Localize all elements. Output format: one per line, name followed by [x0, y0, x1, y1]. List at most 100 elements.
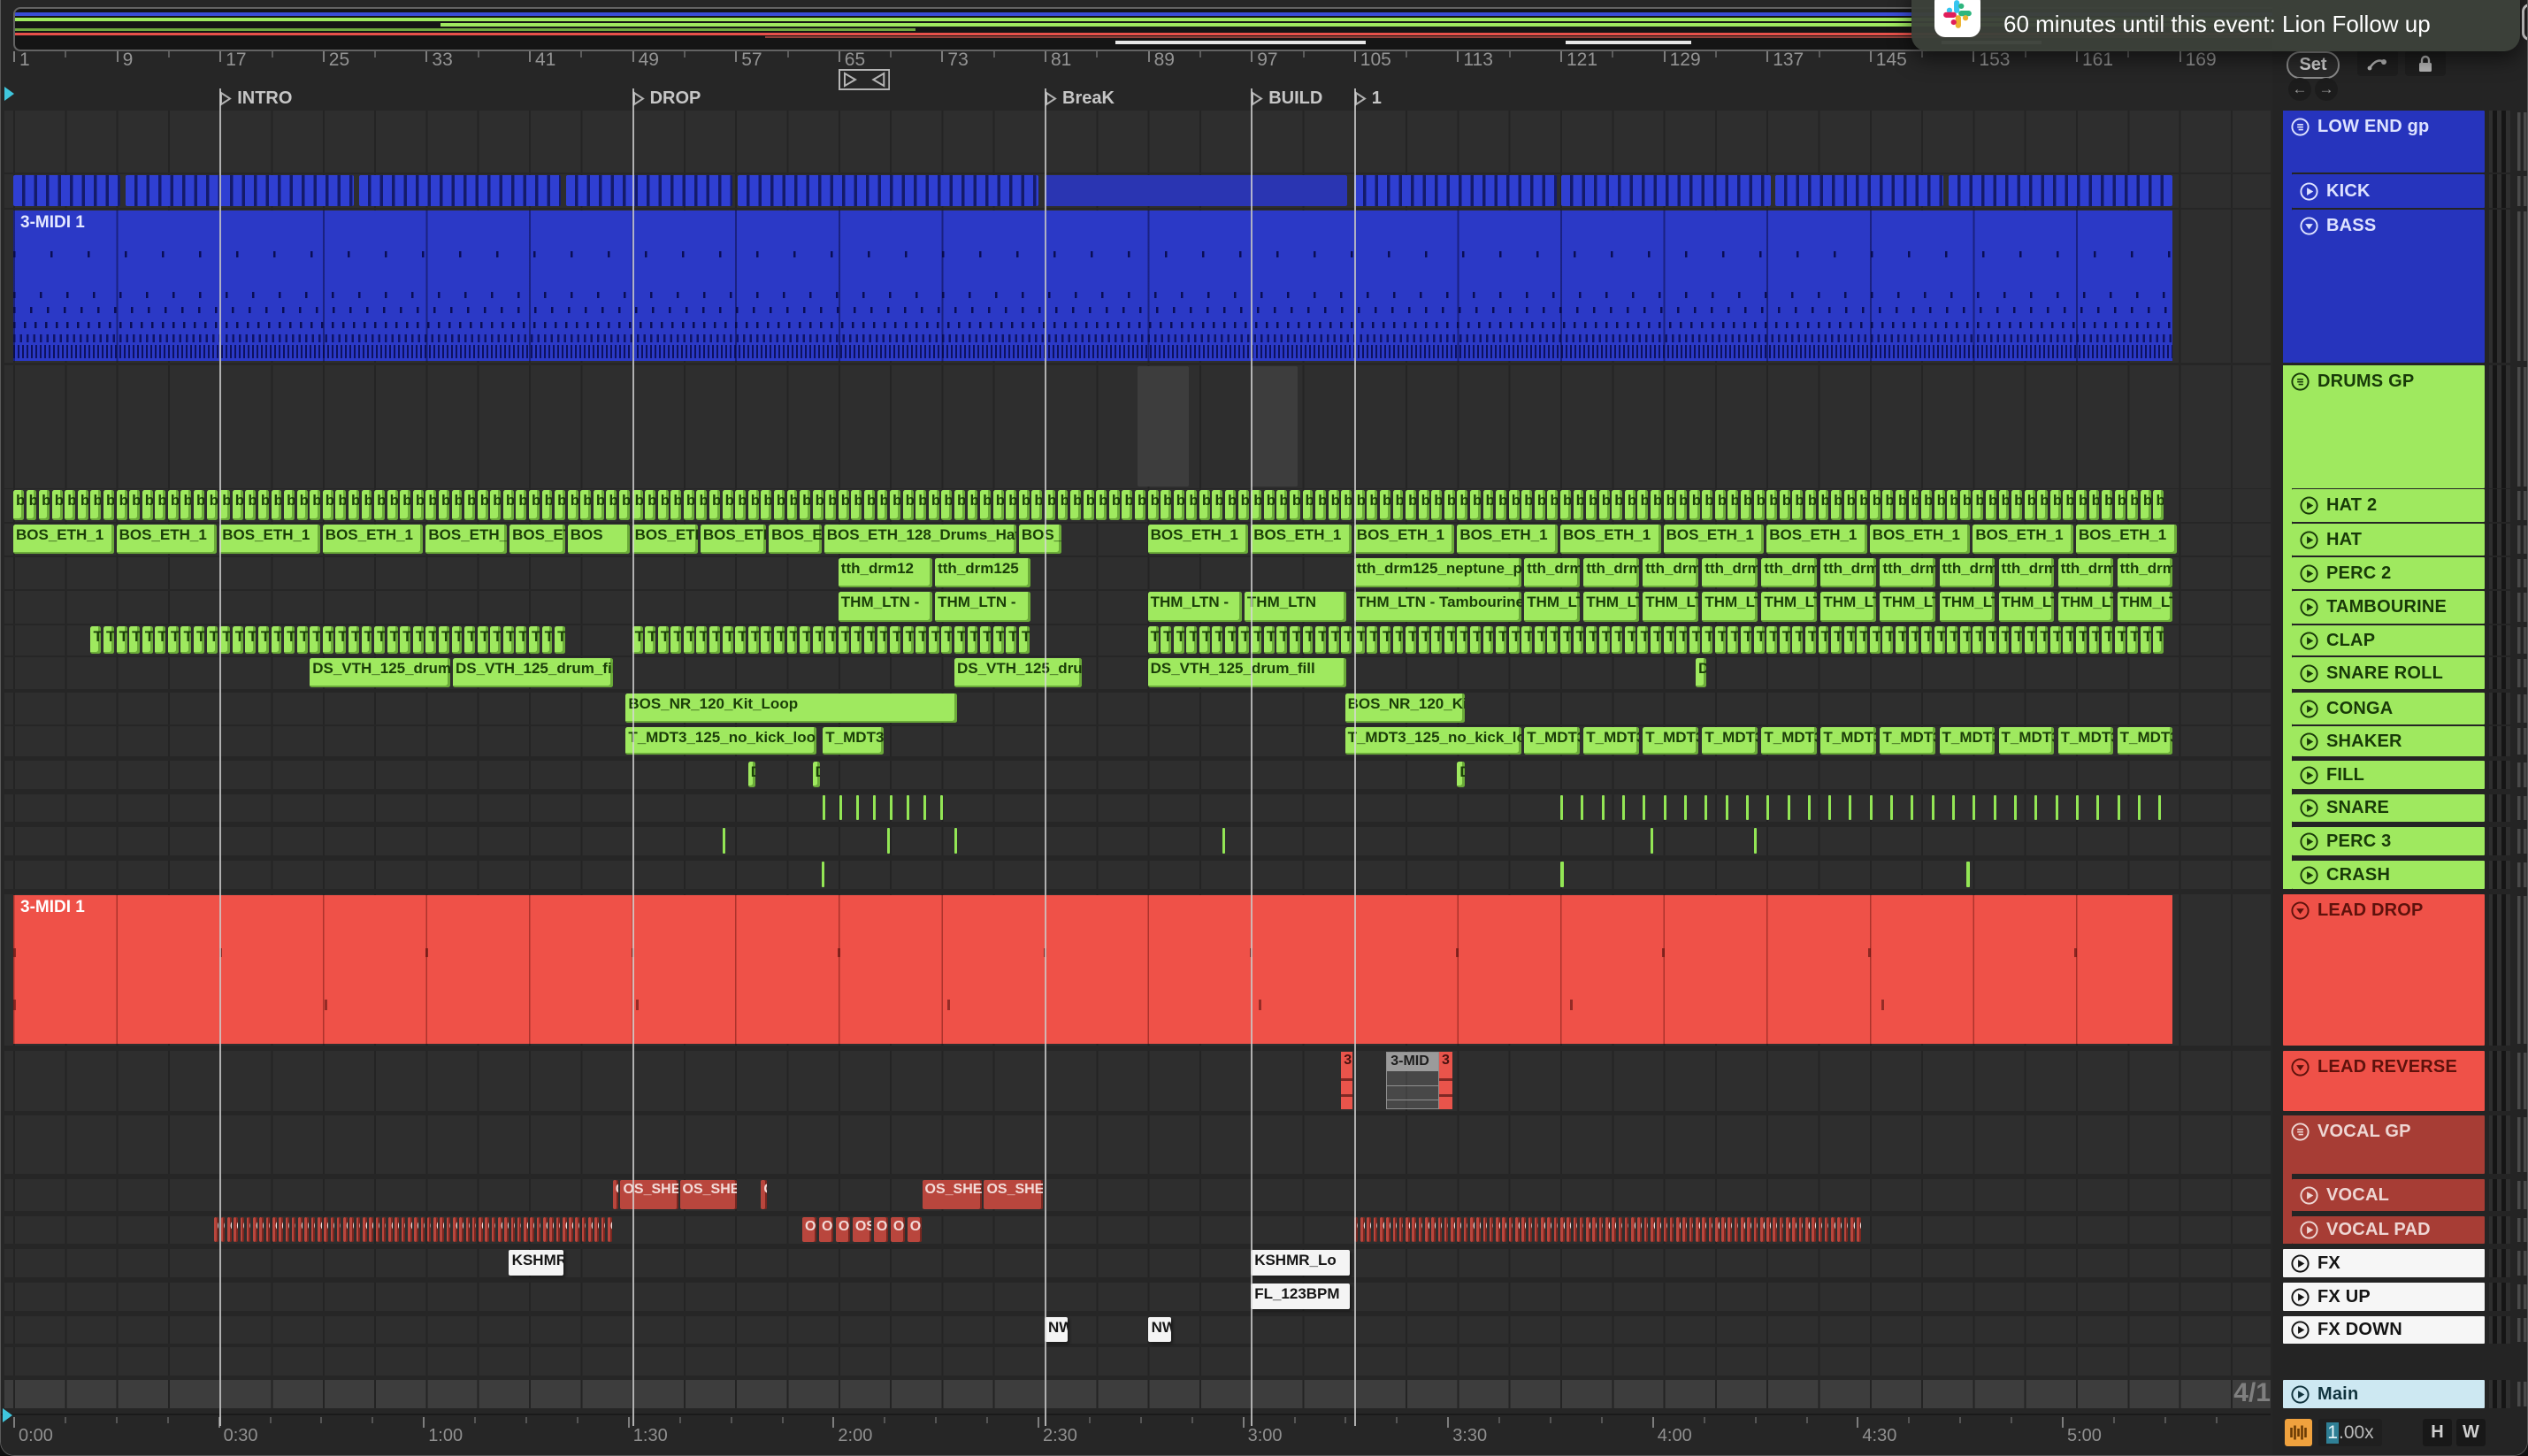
clip[interactable]: bb [1237, 490, 1249, 520]
clip[interactable]: bb [619, 490, 630, 520]
clip[interactable]: C [1843, 1217, 1849, 1242]
track-scroll-handle[interactable] [2517, 796, 2527, 820]
forward-button[interactable]: → [2315, 78, 2338, 101]
clip[interactable]: T_ [322, 626, 333, 654]
clip[interactable]: bb [838, 490, 849, 520]
clip[interactable]: T_ [142, 626, 153, 654]
clip[interactable]: bb [1096, 490, 1107, 520]
clip[interactable]: C [1367, 1217, 1371, 1242]
clip[interactable] [839, 795, 843, 820]
clip[interactable]: bb [670, 490, 682, 520]
track-header-fx-up[interactable]: FX UP [2283, 1283, 2485, 1311]
clip[interactable]: T_ [451, 626, 463, 654]
clip[interactable]: T_ [1199, 626, 1210, 654]
clip[interactable]: C [1605, 1217, 1610, 1242]
clip[interactable]: bb [992, 490, 1004, 520]
clip[interactable]: OS_SHE_10 [984, 1180, 1044, 1209]
clip[interactable]: C [375, 1217, 380, 1242]
clip[interactable]: T_ [1843, 626, 1855, 654]
clip[interactable]: bb [2037, 490, 2049, 520]
clip[interactable]: C [1508, 1217, 1513, 1242]
clip[interactable]: T_ [1237, 626, 1249, 654]
track-scroll-handle[interactable] [2517, 1218, 2527, 1242]
clip[interactable]: bb [65, 490, 76, 520]
clip[interactable]: T_MDT3_125_no_kick_loop_womb [1344, 727, 1522, 755]
clip[interactable]: bb [1341, 490, 1352, 520]
clip[interactable]: C [1818, 1217, 1823, 1242]
clip[interactable] [2034, 795, 2038, 820]
clip[interactable]: C [1759, 1217, 1765, 1242]
clip[interactable]: BOS_NR_120_Kit_Loop [1344, 694, 1466, 723]
clip[interactable] [1137, 366, 1190, 487]
clip[interactable]: C [253, 1217, 257, 1242]
clip[interactable]: C [1553, 1217, 1559, 1242]
clip[interactable]: T_ [271, 626, 282, 654]
clip[interactable]: C [240, 1217, 245, 1242]
clip[interactable]: bb [851, 490, 862, 520]
clip[interactable] [1948, 175, 2173, 206]
clip[interactable]: T_ [1882, 626, 1894, 654]
clip[interactable] [1973, 795, 1976, 820]
clip[interactable]: bb [1766, 490, 1778, 520]
clip[interactable] [566, 175, 733, 206]
clip[interactable] [1966, 862, 1970, 887]
clip[interactable]: T_ [915, 626, 927, 654]
clip[interactable]: C [1669, 1217, 1674, 1242]
clip[interactable]: bb [1006, 490, 1017, 520]
track-scroll-handle[interactable] [2517, 367, 2527, 487]
clip[interactable]: T_ [1676, 626, 1688, 654]
clip[interactable]: BOS_ETH_1 [1973, 525, 2074, 554]
clip[interactable]: THM_LTN - [1583, 592, 1639, 622]
clip[interactable]: OS [890, 1217, 905, 1242]
clip[interactable] [954, 828, 957, 854]
track-scroll-handle[interactable] [2517, 728, 2527, 755]
clip[interactable]: T_ [1741, 626, 1751, 654]
clip[interactable]: T_ [722, 626, 733, 654]
clip[interactable]: bb [683, 490, 694, 520]
clip[interactable]: BOS_ETH_1 [1251, 525, 1352, 554]
clip[interactable]: BOS_ETH_1 [1353, 525, 1455, 554]
clip[interactable]: tth_drm12 [2057, 558, 2114, 587]
clip[interactable]: BOS_ETH_1 [1663, 525, 1765, 554]
clip[interactable]: THM_LTN - [1880, 592, 1936, 622]
clip[interactable]: T_ [1702, 626, 1713, 654]
clip[interactable]: T_ [670, 626, 682, 654]
clip[interactable]: bb [2140, 490, 2151, 520]
clip[interactable]: C [1792, 1217, 1796, 1242]
clip[interactable]: bb [1276, 490, 1288, 520]
clip[interactable]: bb [1199, 490, 1210, 520]
clip[interactable]: T_ [2140, 626, 2151, 654]
clip[interactable]: FL_123BPM [1251, 1284, 1351, 1309]
clip[interactable]: bb [1083, 490, 1094, 520]
clip[interactable]: T_ [296, 626, 308, 654]
clip[interactable]: T_ [1560, 626, 1571, 654]
clip[interactable]: C [1444, 1217, 1449, 1242]
clip[interactable]: T_MDT3_12 [1998, 727, 2055, 755]
clip[interactable]: bb [1857, 490, 1868, 520]
clip[interactable]: THM_LTN - [1524, 592, 1580, 622]
clip[interactable]: C [1418, 1217, 1423, 1242]
clip[interactable]: C [356, 1217, 361, 1242]
clip[interactable]: bb [1702, 490, 1713, 520]
clip[interactable]: bb [322, 490, 333, 520]
clip[interactable]: T_ [541, 626, 553, 654]
clip[interactable]: T_ [464, 626, 476, 654]
track-scroll-handle[interactable] [2517, 176, 2527, 206]
clip[interactable]: OS [835, 1217, 850, 1242]
clip[interactable]: bb [1560, 490, 1571, 520]
clip[interactable]: C [1734, 1217, 1739, 1242]
track-header-lead-reverse[interactable]: LEAD REVERSE [2283, 1051, 2485, 1111]
clip[interactable]: bb [2153, 490, 2164, 520]
clip[interactable]: tth_drm12 [1702, 558, 1758, 587]
track-header-tambourine[interactable]: TAMBOURINE [2292, 591, 2485, 624]
clip[interactable]: T_ [1457, 626, 1468, 654]
clip[interactable]: C [440, 1217, 445, 1242]
clip[interactable]: BOS [567, 525, 630, 554]
clip[interactable]: bb [438, 490, 449, 520]
clip[interactable]: T_ [155, 626, 166, 654]
clip[interactable]: T_ [116, 626, 127, 654]
clip[interactable]: C [1786, 1217, 1790, 1242]
clip[interactable]: C [1676, 1217, 1681, 1242]
clip[interactable]: BOS_ETH_1 [1457, 525, 1559, 554]
clip[interactable]: T_ [180, 626, 192, 654]
